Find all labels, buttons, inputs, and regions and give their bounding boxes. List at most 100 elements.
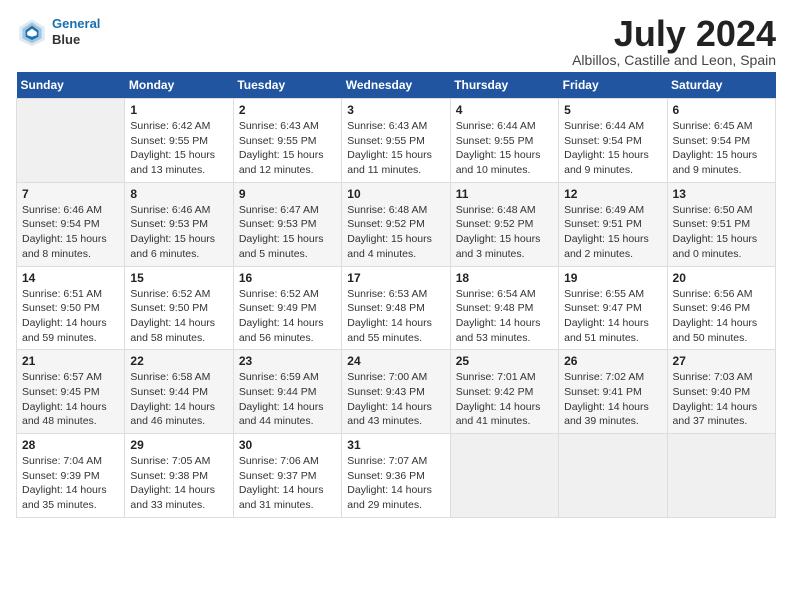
calendar-cell: 9Sunrise: 6:47 AM Sunset: 9:53 PM Daylig… [233,182,341,266]
weekday-header: Friday [559,72,667,99]
calendar-cell: 13 Sunrise: 6:50 AM Sunset: 9:51 PM Dayli… [667,182,775,266]
calendar-week-row: 7 Sunrise: 6:46 AM Sunset: 9:54 PM Daylig… [17,182,776,266]
calendar-cell [667,434,775,518]
day-info: Sunrise: 7:03 AM Sunset: 9:40 PM Dayligh… [673,370,770,429]
day-info: Sunrise: 6:44 AM Sunset: 9:55 PM Dayligh… [456,119,553,178]
calendar-cell [559,434,667,518]
calendar-cell: 2 Sunrise: 6:43 AM Sunset: 9:55 PM Daylig… [233,99,341,183]
calendar-cell: 19Sunrise: 6:55 AM Sunset: 9:47 PM Dayli… [559,266,667,350]
day-number: 21 [22,354,119,368]
weekday-header: Sunday [17,72,125,99]
day-info: Sunrise: 7:06 AM Sunset: 9:37 PM Dayligh… [239,454,336,513]
day-info: Sunrise: 6:52 AM Sunset: 9:50 PM Dayligh… [130,287,227,346]
calendar-cell: 6 Sunrise: 6:45 AM Sunset: 9:54 PM Daylig… [667,99,775,183]
calendar-cell: 28 Sunrise: 7:04 AM Sunset: 9:39 PM Dayli… [17,434,125,518]
calendar-cell: 29 Sunrise: 7:05 AM Sunset: 9:38 PM Dayli… [125,434,233,518]
calendar-cell: 24 Sunrise: 7:00 AM Sunset: 9:43 PM Dayli… [342,350,450,434]
calendar-week-row: 1 Sunrise: 6:42 AM Sunset: 9:55 PM Daylig… [17,99,776,183]
day-number: 23 [239,354,336,368]
day-info: Sunrise: 6:49 AM Sunset: 9:51 PM Dayligh… [564,203,661,262]
day-number: 7 [22,187,119,201]
calendar-cell: 26Sunrise: 7:02 AM Sunset: 9:41 PM Dayli… [559,350,667,434]
day-number: 8 [130,187,227,201]
day-info: Sunrise: 6:45 AM Sunset: 9:54 PM Dayligh… [673,119,770,178]
logo: General Blue [16,16,100,48]
day-info: Sunrise: 6:57 AM Sunset: 9:45 PM Dayligh… [22,370,119,429]
calendar-cell: 3Sunrise: 6:43 AM Sunset: 9:55 PM Daylig… [342,99,450,183]
month-title: July 2024 [572,16,776,52]
day-number: 17 [347,271,444,285]
day-info: Sunrise: 6:48 AM Sunset: 9:52 PM Dayligh… [456,203,553,262]
calendar-cell [17,99,125,183]
calendar-cell: 20 Sunrise: 6:56 AM Sunset: 9:46 PM Dayli… [667,266,775,350]
day-info: Sunrise: 6:59 AM Sunset: 9:44 PM Dayligh… [239,370,336,429]
calendar-cell: 1 Sunrise: 6:42 AM Sunset: 9:55 PM Daylig… [125,99,233,183]
header-row: SundayMondayTuesdayWednesdayThursdayFrid… [17,72,776,99]
calendar-cell: 17Sunrise: 6:53 AM Sunset: 9:48 PM Dayli… [342,266,450,350]
day-number: 22 [130,354,227,368]
day-info: Sunrise: 6:52 AM Sunset: 9:49 PM Dayligh… [239,287,336,346]
logo-icon [16,16,48,48]
day-number: 15 [130,271,227,285]
day-info: Sunrise: 6:48 AM Sunset: 9:52 PM Dayligh… [347,203,444,262]
day-info: Sunrise: 6:56 AM Sunset: 9:46 PM Dayligh… [673,287,770,346]
calendar-cell: 31Sunrise: 7:07 AM Sunset: 9:36 PM Dayli… [342,434,450,518]
day-number: 11 [456,187,553,201]
day-info: Sunrise: 7:05 AM Sunset: 9:38 PM Dayligh… [130,454,227,513]
day-number: 12 [564,187,661,201]
calendar-cell: 23 Sunrise: 6:59 AM Sunset: 9:44 PM Dayli… [233,350,341,434]
day-number: 24 [347,354,444,368]
calendar-cell: 16 Sunrise: 6:52 AM Sunset: 9:49 PM Dayli… [233,266,341,350]
day-info: Sunrise: 7:00 AM Sunset: 9:43 PM Dayligh… [347,370,444,429]
day-info: Sunrise: 6:50 AM Sunset: 9:51 PM Dayligh… [673,203,770,262]
weekday-header: Monday [125,72,233,99]
day-info: Sunrise: 7:04 AM Sunset: 9:39 PM Dayligh… [22,454,119,513]
calendar-cell: 22 Sunrise: 6:58 AM Sunset: 9:44 PM Dayli… [125,350,233,434]
day-info: Sunrise: 6:58 AM Sunset: 9:44 PM Dayligh… [130,370,227,429]
day-number: 1 [130,103,227,117]
day-number: 18 [456,271,553,285]
weekday-header: Thursday [450,72,558,99]
day-info: Sunrise: 6:54 AM Sunset: 9:48 PM Dayligh… [456,287,553,346]
calendar-body: 1 Sunrise: 6:42 AM Sunset: 9:55 PM Daylig… [17,99,776,518]
day-number: 26 [564,354,661,368]
day-info: Sunrise: 7:01 AM Sunset: 9:42 PM Dayligh… [456,370,553,429]
calendar-header: SundayMondayTuesdayWednesdayThursdayFrid… [17,72,776,99]
calendar-cell: 4Sunrise: 6:44 AM Sunset: 9:55 PM Daylig… [450,99,558,183]
calendar-cell: 8Sunrise: 6:46 AM Sunset: 9:53 PM Daylig… [125,182,233,266]
calendar-cell: 11 Sunrise: 6:48 AM Sunset: 9:52 PM Dayli… [450,182,558,266]
weekday-header: Tuesday [233,72,341,99]
day-number: 9 [239,187,336,201]
day-number: 20 [673,271,770,285]
day-number: 16 [239,271,336,285]
calendar-cell: 21 Sunrise: 6:57 AM Sunset: 9:45 PM Dayli… [17,350,125,434]
calendar-cell: 14 Sunrise: 6:51 AM Sunset: 9:50 PM Dayli… [17,266,125,350]
day-number: 19 [564,271,661,285]
day-number: 2 [239,103,336,117]
day-number: 28 [22,438,119,452]
day-info: Sunrise: 6:42 AM Sunset: 9:55 PM Dayligh… [130,119,227,178]
day-number: 31 [347,438,444,452]
logo-text: General Blue [52,16,100,47]
calendar-cell: 18 Sunrise: 6:54 AM Sunset: 9:48 PM Dayli… [450,266,558,350]
day-number: 13 [673,187,770,201]
location: Albillos, Castille and Leon, Spain [572,52,776,68]
calendar-cell: 30 Sunrise: 7:06 AM Sunset: 9:37 PM Dayli… [233,434,341,518]
day-info: Sunrise: 6:44 AM Sunset: 9:54 PM Dayligh… [564,119,661,178]
day-number: 14 [22,271,119,285]
calendar-cell: 15 Sunrise: 6:52 AM Sunset: 9:50 PM Dayli… [125,266,233,350]
day-info: Sunrise: 6:51 AM Sunset: 9:50 PM Dayligh… [22,287,119,346]
calendar-cell: 27Sunrise: 7:03 AM Sunset: 9:40 PM Dayli… [667,350,775,434]
day-info: Sunrise: 6:43 AM Sunset: 9:55 PM Dayligh… [239,119,336,178]
day-number: 30 [239,438,336,452]
weekday-header: Saturday [667,72,775,99]
calendar-cell [450,434,558,518]
day-info: Sunrise: 6:46 AM Sunset: 9:54 PM Dayligh… [22,203,119,262]
calendar-cell: 12 Sunrise: 6:49 AM Sunset: 9:51 PM Dayli… [559,182,667,266]
day-number: 29 [130,438,227,452]
title-block: July 2024 Albillos, Castille and Leon, S… [572,16,776,68]
day-number: 6 [673,103,770,117]
calendar-week-row: 21 Sunrise: 6:57 AM Sunset: 9:45 PM Dayli… [17,350,776,434]
page-header: General Blue July 2024 Albillos, Castill… [16,16,776,68]
calendar-cell: 5Sunrise: 6:44 AM Sunset: 9:54 PM Daylig… [559,99,667,183]
